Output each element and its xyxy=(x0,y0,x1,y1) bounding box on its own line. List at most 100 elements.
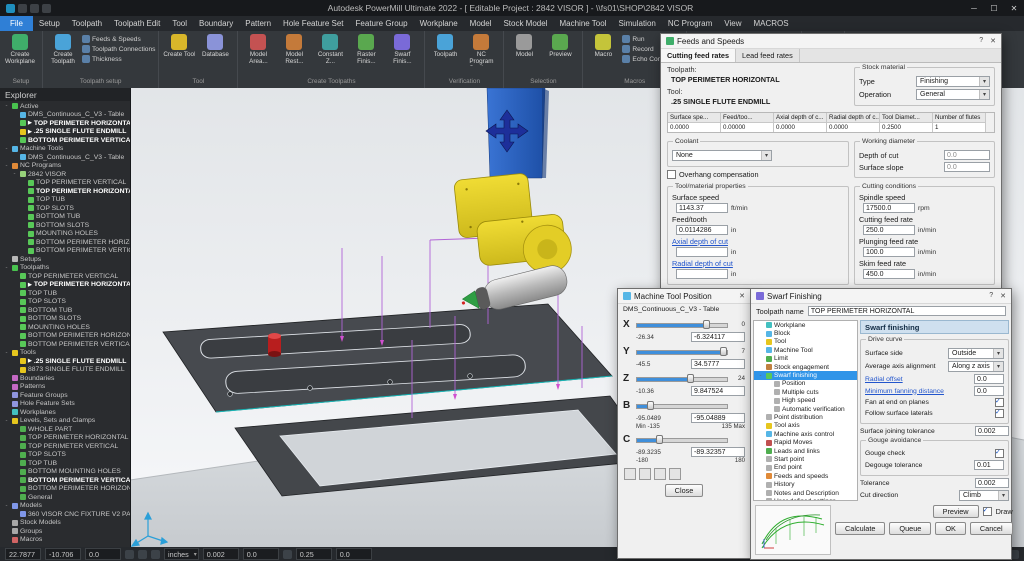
explorer-tree-item[interactable]: ▶ DMS_Continuous_C_V3 - Table xyxy=(0,153,130,162)
axis-slider[interactable] xyxy=(636,320,728,329)
ribbon-button[interactable]: Model xyxy=(507,33,541,78)
explorer-tree-item[interactable]: ▶ BOTTOM TUB xyxy=(0,213,130,222)
toolpath-name-input[interactable]: TOP PERIMETER HORIZONTAL xyxy=(807,306,1006,316)
fanning-distance-input[interactable]: 0.0 xyxy=(974,386,1004,396)
units-dropdown[interactable]: inches xyxy=(164,548,199,560)
fanning-distance-label[interactable]: Minimum fanning distance xyxy=(865,388,971,395)
ribbon-tab[interactable]: Hole Feature Set xyxy=(277,16,349,31)
strategy-tree-item[interactable]: History xyxy=(754,480,857,488)
gouge-check-checkbox[interactable] xyxy=(995,448,1004,458)
help-icon[interactable]: ? xyxy=(979,37,983,45)
radial-offset-label[interactable]: Radial offset xyxy=(865,376,971,383)
close-icon[interactable]: ✕ xyxy=(990,37,996,45)
tree-expander-icon[interactable]: - xyxy=(3,265,10,271)
ok-button[interactable]: OK xyxy=(935,522,966,535)
explorer-tree-item[interactable]: ▶ BOTTOM SLOTS xyxy=(0,221,130,230)
explorer-tree-item[interactable]: ▶ Groups xyxy=(0,527,130,536)
property-input[interactable] xyxy=(676,269,728,279)
feeds-table-cell[interactable]: 0.2500 xyxy=(880,123,933,132)
feeds-table-cell[interactable]: 0.0000 xyxy=(827,123,880,132)
axis-value-input[interactable]: -89.32357 xyxy=(691,447,745,457)
explorer-tree-item[interactable]: ▶ TOP PERIMETER HORIZONTAL xyxy=(0,281,130,290)
strategy-tree-item[interactable]: Position xyxy=(754,380,857,388)
minimize-button[interactable]: ─ xyxy=(964,4,984,13)
ribbon-tab[interactable]: Model xyxy=(464,16,498,31)
explorer-tree-item[interactable]: ▶ MOUNTING HOLES xyxy=(0,230,130,239)
surface-side-dropdown[interactable]: Outside xyxy=(948,348,1004,359)
explorer-tree-item[interactable]: ▶ TOP TUB xyxy=(0,459,130,468)
explorer-tree-item[interactable]: ▶ TOP PERIMETER VERTICAL xyxy=(0,272,130,281)
queue-button[interactable]: Queue xyxy=(889,522,932,535)
strategy-tree-item[interactable]: Block xyxy=(754,329,857,337)
explorer-tree-item[interactable]: ▶ BOTTOM PERIMETER VERTICAL xyxy=(0,136,130,145)
ribbon-button[interactable]: Swarf Finis... xyxy=(385,33,419,78)
axis-alignment-dropdown[interactable]: Along z axis xyxy=(948,361,1004,372)
axis-value-input[interactable]: 9.847524 xyxy=(691,386,745,396)
workplane-toggle-icon[interactable] xyxy=(151,549,160,559)
tree-expander-icon[interactable]: - xyxy=(3,146,10,152)
explorer-tree-item[interactable]: - ▶ NC Programs xyxy=(0,162,130,171)
reset-position-icon[interactable] xyxy=(669,468,681,480)
slider-handle-icon[interactable] xyxy=(687,374,695,383)
axis-slider[interactable] xyxy=(636,374,728,383)
explorer-tree-item[interactable]: ▶ 360 VISOR CNC FIXTURE V2 PART xyxy=(0,510,130,519)
explorer-tree-item[interactable]: ▶ 8873 SINGLE FLUTE ENDMILL xyxy=(0,366,130,375)
ribbon-button[interactable]: Toolpath xyxy=(428,33,462,78)
ribbon-button[interactable]: Constant Z... xyxy=(313,33,347,78)
slider-handle-icon[interactable] xyxy=(702,320,710,329)
explorer-tree-item[interactable]: ▶ TOP PERIMETER HORIZONTAL xyxy=(0,187,130,196)
explorer-tree-item[interactable]: ▶ Patterns xyxy=(0,383,130,392)
slider-handle-icon[interactable] xyxy=(656,435,663,444)
axis-value-input[interactable]: 34.5777 xyxy=(691,359,745,369)
explorer-tree-item[interactable]: - ▶ 2842 VISOR xyxy=(0,170,130,179)
ribbon-button[interactable]: Model Rest... xyxy=(277,33,311,78)
follow-laterals-checkbox[interactable] xyxy=(995,408,1004,418)
ribbon-tab[interactable]: Stock Model xyxy=(497,16,553,31)
tree-expander-icon[interactable]: - xyxy=(3,418,10,424)
explorer-tree-item[interactable]: ▶ Boundaries xyxy=(0,374,130,383)
thickness-readout[interactable]: 0.0 xyxy=(242,548,279,560)
ribbon-button[interactable]: Macro xyxy=(586,33,620,78)
explorer-tree-item[interactable]: ▶ BOTTOM PERIMETER HORIZONTAL xyxy=(0,332,130,341)
explorer-tree-item[interactable]: ▶ Macros xyxy=(0,536,130,545)
strategy-tree-item[interactable]: Point distribution xyxy=(754,413,857,421)
explorer-tree-item[interactable]: ▶ TOP TUB xyxy=(0,196,130,205)
explorer-tree-item[interactable]: ▶ General xyxy=(0,493,130,502)
strategy-tree-item[interactable]: Leads and links xyxy=(754,447,857,455)
ribbon-tab[interactable]: Pattern xyxy=(239,16,277,31)
ribbon-tab[interactable]: Setup xyxy=(33,16,66,31)
strategy-tree-item[interactable]: Stock engagement xyxy=(754,363,857,371)
explorer-tree-item[interactable]: - ▶ Machine Tools xyxy=(0,145,130,154)
explorer-tree-item[interactable]: - ▶ Tools xyxy=(0,349,130,358)
explorer-tree-item[interactable]: ▶ BOTTOM MOUNTING HOLES xyxy=(0,468,130,477)
explorer-tree-item[interactable]: ▶ TOP TUB xyxy=(0,289,130,298)
save-icon[interactable] xyxy=(18,3,27,13)
explorer-tree-item[interactable]: ▶ BOTTOM PERIMETER VERTICAL xyxy=(0,476,130,485)
explorer-tree-item[interactable]: ▶ TOP SLOTS xyxy=(0,298,130,307)
axis-slider[interactable] xyxy=(636,347,728,356)
tool-diameter-readout[interactable]: 0.25 xyxy=(295,548,332,560)
slider-handle-icon[interactable] xyxy=(720,347,728,356)
lock-z-icon[interactable] xyxy=(654,468,666,480)
close-icon[interactable]: ✕ xyxy=(1000,292,1006,300)
clamp-cylinder[interactable] xyxy=(268,333,281,357)
axis-value-input[interactable]: -95.04889 xyxy=(691,413,745,423)
ribbon-button[interactable]: NC Program Sections xyxy=(464,33,498,78)
tree-expander-icon[interactable]: - xyxy=(757,373,764,379)
explorer-tree-item[interactable]: ▶ TOP PERIMETER HORIZONTAL xyxy=(0,434,130,443)
close-icon[interactable]: ✕ xyxy=(739,292,745,300)
ribbon-button[interactable]: Create Workplane xyxy=(3,33,37,78)
explorer-tree-item[interactable]: ▶ WHOLE PART xyxy=(0,425,130,434)
explorer-tree-item[interactable]: - ▶ Models xyxy=(0,502,130,511)
surface-slope-input[interactable]: 0.0 xyxy=(944,162,990,172)
ribbon-tab[interactable]: NC Program xyxy=(662,16,718,31)
explorer-tree-item[interactable]: ▶ .25 SINGLE FLUTE ENDMILL xyxy=(0,128,130,137)
strategy-tree-item[interactable]: Machine axis control xyxy=(754,430,857,438)
strategy-tree-item[interactable]: Notes and Description xyxy=(754,489,857,497)
tolerance-readout[interactable]: 0.002 xyxy=(202,548,239,560)
fan-at-end-checkbox[interactable] xyxy=(995,397,1004,407)
property-input[interactable]: 1143.37 xyxy=(676,203,728,213)
explorer-tree-item[interactable]: ▶ BOTTOM TUB xyxy=(0,306,130,315)
machine-close-button[interactable]: Close xyxy=(664,484,704,497)
explorer-tree-item[interactable]: ▶ TOP PERIMETER VERTICAL xyxy=(0,442,130,451)
